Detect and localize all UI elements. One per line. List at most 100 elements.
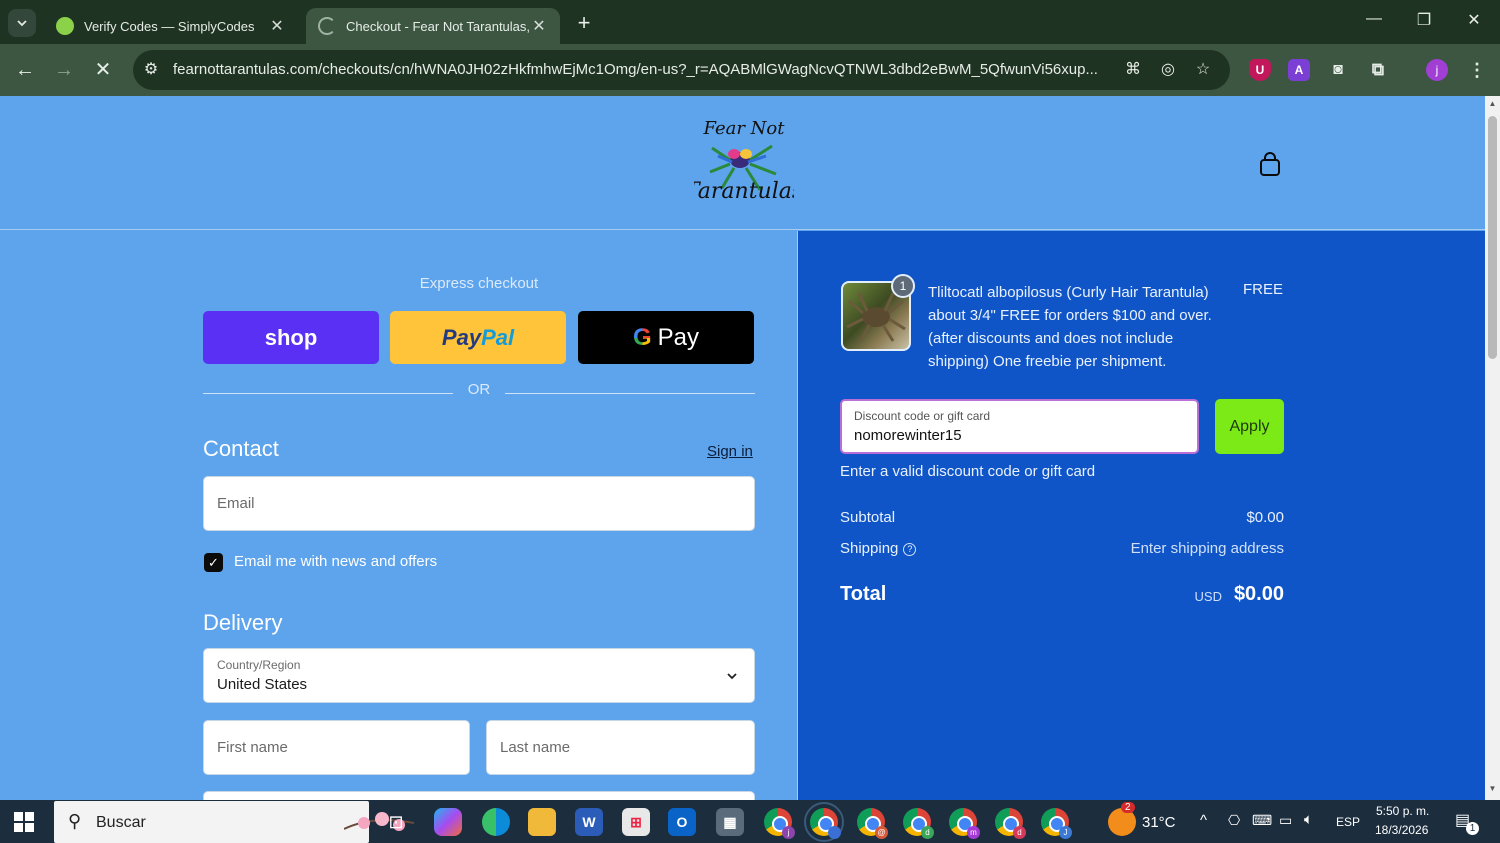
- svg-text:Tarantulas: Tarantulas: [694, 179, 794, 204]
- windows-start-icon[interactable]: [14, 812, 34, 832]
- email-field[interactable]: Email: [203, 476, 755, 531]
- google-g-icon: G: [632, 323, 652, 351]
- browser-menu-icon[interactable]: ⋮: [1466, 59, 1488, 81]
- sign-in-link[interactable]: Sign in: [707, 443, 753, 460]
- camera-extension-icon[interactable]: ◙: [1327, 59, 1349, 81]
- total-row: Total USD $0.00: [840, 583, 1284, 606]
- first-name-field[interactable]: First name: [203, 720, 470, 775]
- google-pay-button[interactable]: G Pay: [578, 311, 754, 364]
- translate-icon[interactable]: ⌘: [1123, 60, 1143, 80]
- extension-a-icon[interactable]: A: [1288, 59, 1310, 81]
- clock-time[interactable]: 5:50 p. m.: [1376, 804, 1429, 818]
- product-price: FREE: [1243, 281, 1284, 298]
- chrome-profile-icon[interactable]: d: [995, 808, 1026, 839]
- input-method-icon[interactable]: ⌨: [1252, 812, 1272, 829]
- country-select[interactable]: Country/Region United States: [203, 648, 755, 703]
- paypal-button[interactable]: Pay Pal: [390, 311, 566, 364]
- site-info-icon[interactable]: ⚙: [141, 60, 161, 80]
- paypal-logo-pal: Pal: [481, 324, 515, 350]
- shipping-row: Shipping? Enter shipping address: [840, 540, 1284, 557]
- new-tab-button[interactable]: +: [572, 10, 596, 36]
- close-tab-icon[interactable]: ✕: [530, 16, 548, 36]
- last-name-field[interactable]: Last name: [486, 720, 755, 775]
- page-scrollbar[interactable]: ▲ ▼: [1485, 96, 1500, 800]
- apply-discount-button[interactable]: Apply: [1215, 399, 1284, 454]
- meet-now-icon[interactable]: ⎔: [1228, 812, 1240, 829]
- chrome-profile-icon[interactable]: j: [764, 808, 795, 839]
- forward-icon[interactable]: →: [52, 58, 76, 82]
- currency-code: USD: [1194, 589, 1222, 604]
- bookmark-star-icon[interactable]: ☆: [1193, 60, 1213, 80]
- last-name-placeholder: Last name: [500, 739, 571, 756]
- calculator-icon[interactable]: ▦: [716, 808, 744, 836]
- gpay-label: Pay: [657, 323, 700, 351]
- address-bar[interactable]: ⚙ fearnottarantulas.com/checkouts/cn/hWN…: [133, 50, 1230, 90]
- close-window-icon[interactable]: ✕: [1459, 10, 1489, 30]
- stop-loading-icon[interactable]: ✕: [91, 58, 115, 82]
- shipping-label: Shipping: [840, 540, 899, 557]
- chrome-profile-icon[interactable]: d: [903, 808, 934, 839]
- file-explorer-icon[interactable]: [528, 808, 556, 836]
- scrollbar-thumb[interactable]: [1488, 116, 1497, 359]
- divider-line: [505, 393, 755, 394]
- subtotal-row: Subtotal $0.00: [840, 509, 1284, 526]
- temperature-text[interactable]: 31°C: [1142, 814, 1176, 831]
- shop-pay-label: shop: [264, 324, 318, 350]
- chevron-down-icon: [17, 20, 27, 27]
- scroll-down-icon[interactable]: ▼: [1488, 784, 1497, 793]
- email-placeholder: Email: [217, 495, 255, 512]
- chrome-profile-icon[interactable]: m: [949, 808, 980, 839]
- minimize-window-icon[interactable]: —: [1359, 10, 1389, 28]
- back-icon[interactable]: ←: [13, 58, 37, 82]
- chrome-profile-icon[interactable]: J: [1041, 808, 1072, 839]
- outlook-icon[interactable]: O: [668, 808, 696, 836]
- word-icon[interactable]: W: [575, 808, 603, 836]
- tab-title: Checkout - Fear Not Tarantulas, LLC: [346, 18, 530, 34]
- shop-pay-button[interactable]: shop: [203, 311, 379, 364]
- quantity-badge: 1: [891, 274, 915, 298]
- total-label: Total: [840, 583, 887, 605]
- show-hidden-icons-icon[interactable]: ^: [1200, 812, 1207, 829]
- close-tab-icon[interactable]: ✕: [268, 16, 286, 36]
- simplycodes-favicon-icon: [56, 17, 74, 35]
- address-field[interactable]: [203, 791, 755, 800]
- discount-value[interactable]: nomorewinter15: [854, 427, 962, 444]
- notification-count-badge: 1: [1466, 822, 1479, 835]
- or-divider: OR: [203, 381, 755, 401]
- chrome-profile-icon[interactable]: @: [857, 808, 888, 839]
- store-logo[interactable]: Fear Not Tarantulas: [694, 116, 794, 208]
- tab-checkout[interactable]: Checkout - Fear Not Tarantulas, LLC ✕: [306, 8, 560, 44]
- profile-avatar[interactable]: j: [1426, 59, 1448, 81]
- order-summary: 1 Tliltocatl albopilosus (Curly Hair Tar…: [797, 231, 1485, 800]
- newsletter-label[interactable]: Email me with news and offers: [234, 553, 437, 570]
- copilot-icon[interactable]: [434, 808, 462, 836]
- task-view-icon[interactable]: ⊡: [382, 808, 410, 836]
- tracking-protection-icon[interactable]: ◎: [1158, 60, 1178, 80]
- discount-label: Discount code or gift card: [854, 409, 991, 423]
- or-label: OR: [467, 381, 491, 398]
- url-text[interactable]: fearnottarantulas.com/checkouts/cn/hWNA0…: [173, 61, 1108, 78]
- tab-verify-codes[interactable]: Verify Codes — SimplyCodes ✕: [44, 8, 298, 44]
- restore-window-icon[interactable]: ❐: [1409, 10, 1439, 30]
- shopping-bag-icon[interactable]: [1256, 150, 1284, 178]
- taskbar-search-box[interactable]: ⚲ Buscar: [54, 801, 414, 843]
- discount-code-field[interactable]: Discount code or gift card nomorewinter1…: [840, 399, 1199, 454]
- network-icon[interactable]: ▭: [1279, 812, 1292, 829]
- microsoft-store-icon[interactable]: ⊞: [622, 808, 650, 836]
- edge-icon[interactable]: [482, 808, 510, 836]
- clock-date[interactable]: 18/3/2026: [1375, 823, 1428, 837]
- volume-icon[interactable]: 🔈︎: [1304, 811, 1313, 828]
- help-icon[interactable]: ?: [903, 543, 917, 556]
- ublock-extension-icon[interactable]: U: [1249, 59, 1271, 81]
- browser-toolbar: ← → ✕ ⚙ fearnottarantulas.com/checkouts/…: [0, 44, 1500, 96]
- first-name-placeholder: First name: [217, 739, 288, 756]
- newsletter-checkbox[interactable]: ✓: [204, 553, 223, 572]
- tab-search-button[interactable]: [8, 9, 36, 37]
- language-indicator[interactable]: ESP: [1336, 815, 1360, 829]
- scroll-up-icon[interactable]: ▲: [1488, 99, 1497, 108]
- checkout-page: Fear Not Tarantulas Express checkout sho…: [0, 96, 1485, 800]
- checkout-form: Express checkout shop Pay Pal G Pay OR Co…: [0, 231, 797, 800]
- chrome-active-window-icon[interactable]: [804, 802, 844, 842]
- extensions-puzzle-icon[interactable]: ⧉: [1367, 59, 1389, 81]
- store-header: Fear Not Tarantulas: [0, 96, 1485, 230]
